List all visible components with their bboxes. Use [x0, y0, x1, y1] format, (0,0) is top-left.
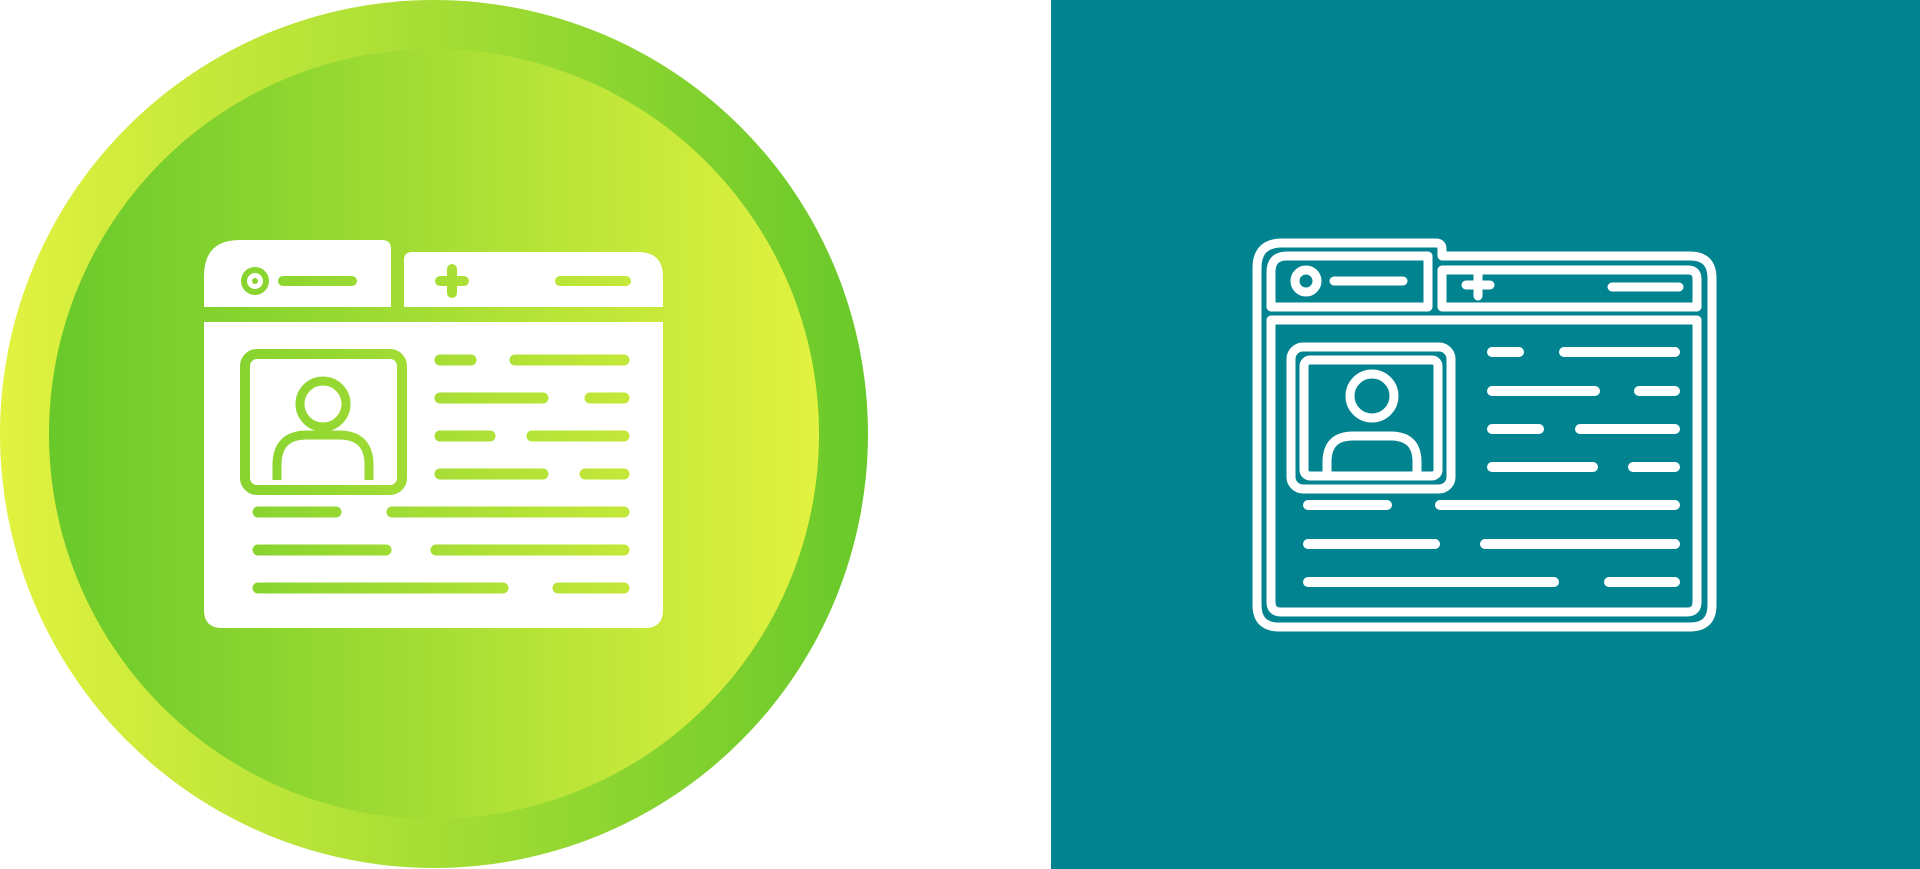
gradient-icon-panel — [0, 0, 1051, 869]
icon-showcase — [0, 0, 1920, 869]
window-frame — [1252, 238, 1717, 632]
browser-window-glyph — [0, 0, 1051, 869]
browser-profile-outline-icon — [1252, 238, 1717, 632]
teal-icon-panel — [1051, 0, 1920, 869]
user-icon — [1345, 369, 1399, 423]
tab-dot-icon — [1290, 265, 1322, 297]
browser-profile-glyph-icon — [0, 0, 1051, 869]
